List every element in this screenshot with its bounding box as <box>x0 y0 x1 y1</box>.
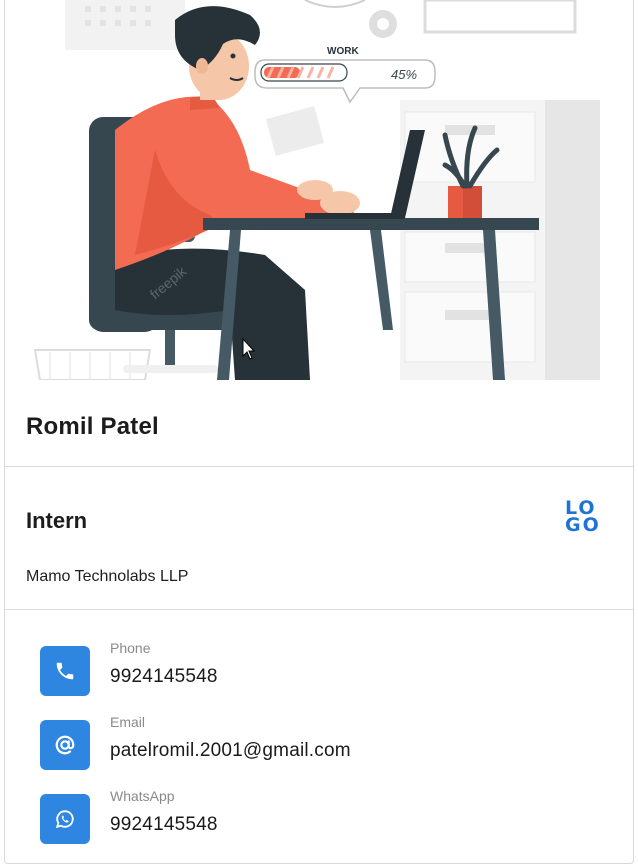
contact-label: WhatsApp <box>110 788 175 804</box>
work-label: WORK <box>327 46 359 57</box>
contact-value[interactable]: 9924145548 <box>110 666 218 688</box>
at-sign-icon[interactable] <box>40 720 90 770</box>
hero-illustration: WORK 45% freepik <box>5 0 633 380</box>
company-logo: LO GO <box>565 499 605 536</box>
contact-phone[interactable]: Phone 9924145548 <box>5 640 633 700</box>
logo-line-2: GO <box>565 514 601 536</box>
profile-name: Romil Patel <box>26 413 159 440</box>
contact-value[interactable]: patelromil.2001@gmail.com <box>110 740 351 762</box>
job-section: Intern LO GO Mamo Technolabs LLP <box>5 467 633 610</box>
contact-whatsapp[interactable]: WhatsApp 9924145548 <box>5 788 633 848</box>
contact-card: WORK 45% freepik Romil Patel Intern LO G… <box>4 0 634 864</box>
company-name: Mamo Technolabs LLP <box>26 568 189 585</box>
contact-label: Email <box>110 714 146 730</box>
job-title: Intern <box>26 508 88 533</box>
name-section: Romil Patel <box>5 380 633 467</box>
work-progress-text: 45% <box>391 67 417 82</box>
contact-value[interactable]: 9924145548 <box>110 814 218 836</box>
whatsapp-icon[interactable] <box>40 794 90 844</box>
contact-label: Phone <box>110 640 151 656</box>
contact-email[interactable]: Email patelromil.2001@gmail.com <box>5 714 633 774</box>
phone-icon[interactable] <box>40 646 90 696</box>
